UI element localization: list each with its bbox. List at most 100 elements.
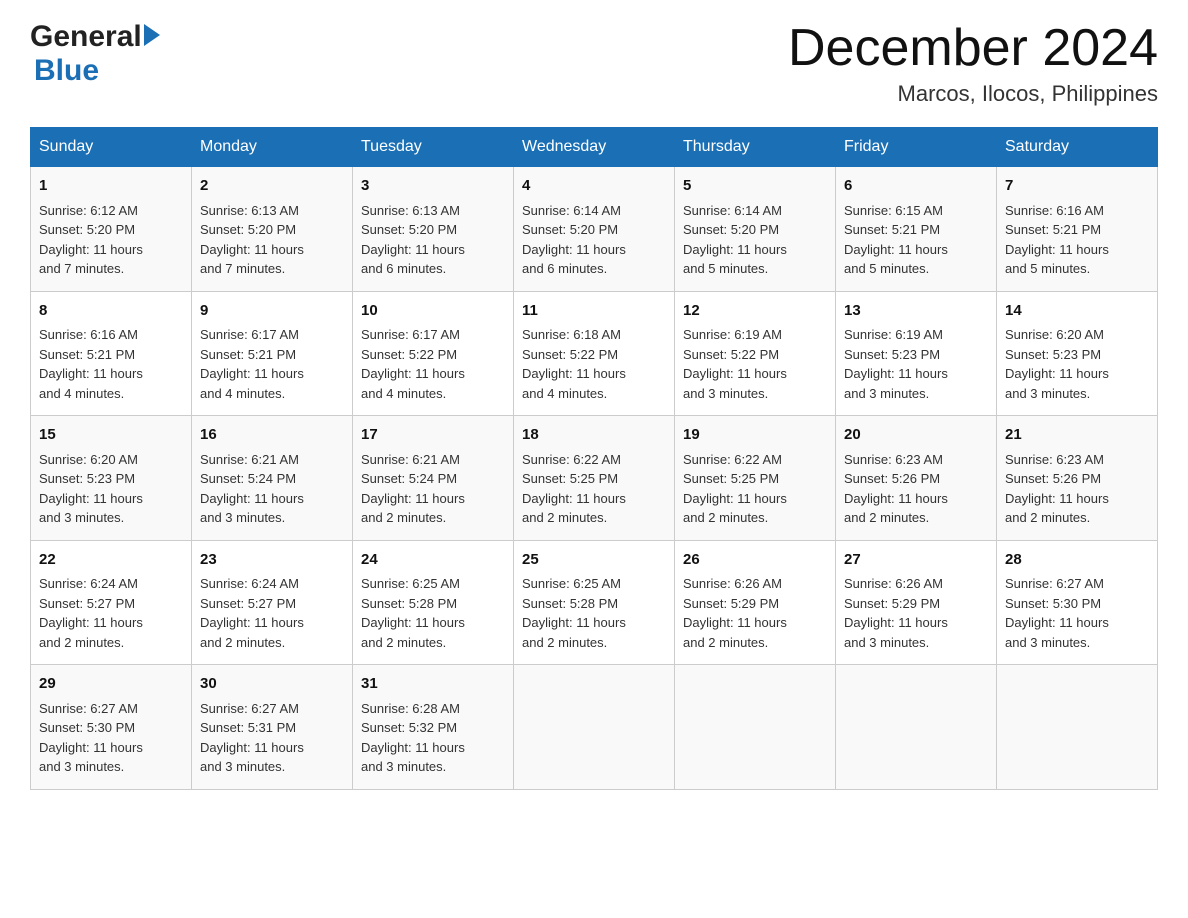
col-header-thursday: Thursday bbox=[675, 128, 836, 167]
week-row-2: 8Sunrise: 6:16 AMSunset: 5:21 PMDaylight… bbox=[31, 291, 1158, 416]
week-row-3: 15 Sunrise: 6:20 AMSunset: 5:23 PMDayligh… bbox=[31, 416, 1158, 541]
day-info: Sunrise: 6:26 AMSunset: 5:29 PMDaylight:… bbox=[844, 574, 988, 652]
day-number: 13 bbox=[844, 300, 988, 323]
calendar-cell: 7 Sunrise: 6:16 AMSunset: 5:21 PMDaylight… bbox=[997, 167, 1158, 292]
day-number: 9 bbox=[200, 300, 344, 323]
day-number: 6 bbox=[844, 175, 988, 198]
logo-blue-text: Blue bbox=[34, 54, 99, 88]
day-number: 29 bbox=[39, 673, 183, 696]
calendar-cell: 21Sunrise: 6:23 AMSunset: 5:26 PMDayligh… bbox=[997, 416, 1158, 541]
day-number: 22 bbox=[39, 549, 183, 572]
calendar-cell: 14Sunrise: 6:20 AMSunset: 5:23 PMDayligh… bbox=[997, 291, 1158, 416]
day-info: Sunrise: 6:16 AMSunset: 5:21 PMDaylight:… bbox=[1005, 201, 1149, 279]
calendar-cell bbox=[997, 665, 1158, 790]
calendar-cell: 20Sunrise: 6:23 AMSunset: 5:26 PMDayligh… bbox=[836, 416, 997, 541]
week-row-1: 1Sunrise: 6:12 AMSunset: 5:20 PMDaylight… bbox=[31, 167, 1158, 292]
day-info: Sunrise: 6:15 AMSunset: 5:21 PMDaylight:… bbox=[844, 201, 988, 279]
day-number: 10 bbox=[361, 300, 505, 323]
col-header-friday: Friday bbox=[836, 128, 997, 167]
calendar-cell: 2 Sunrise: 6:13 AMSunset: 5:20 PMDaylight… bbox=[192, 167, 353, 292]
day-info: Sunrise: 6:19 AMSunset: 5:22 PMDaylight:… bbox=[683, 325, 827, 403]
day-number: 30 bbox=[200, 673, 344, 696]
day-number: 28 bbox=[1005, 549, 1149, 572]
calendar-cell: 18 Sunrise: 6:22 AMSunset: 5:25 PMDayligh… bbox=[514, 416, 675, 541]
day-info: Sunrise: 6:18 AMSunset: 5:22 PMDaylight:… bbox=[522, 325, 666, 403]
day-number: 17 bbox=[361, 424, 505, 447]
calendar-cell: 8Sunrise: 6:16 AMSunset: 5:21 PMDaylight… bbox=[31, 291, 192, 416]
calendar-cell: 13Sunrise: 6:19 AMSunset: 5:23 PMDayligh… bbox=[836, 291, 997, 416]
logo-general-text: General bbox=[30, 20, 142, 54]
calendar-cell: 28Sunrise: 6:27 AMSunset: 5:30 PMDayligh… bbox=[997, 540, 1158, 665]
calendar-cell: 31Sunrise: 6:28 AMSunset: 5:32 PMDayligh… bbox=[353, 665, 514, 790]
calendar-cell: 24Sunrise: 6:25 AMSunset: 5:28 PMDayligh… bbox=[353, 540, 514, 665]
day-number: 5 bbox=[683, 175, 827, 198]
day-info: Sunrise: 6:21 AMSunset: 5:24 PMDaylight:… bbox=[200, 450, 344, 528]
day-number: 15 bbox=[39, 424, 183, 447]
calendar-cell: 11Sunrise: 6:18 AMSunset: 5:22 PMDayligh… bbox=[514, 291, 675, 416]
calendar-cell: 23Sunrise: 6:24 AMSunset: 5:27 PMDayligh… bbox=[192, 540, 353, 665]
day-number: 14 bbox=[1005, 300, 1149, 323]
day-number: 27 bbox=[844, 549, 988, 572]
day-info: Sunrise: 6:13 AMSunset: 5:20 PMDaylight:… bbox=[200, 201, 344, 279]
day-number: 24 bbox=[361, 549, 505, 572]
day-number: 2 bbox=[200, 175, 344, 198]
calendar-cell: 26Sunrise: 6:26 AMSunset: 5:29 PMDayligh… bbox=[675, 540, 836, 665]
day-number: 18 bbox=[522, 424, 666, 447]
calendar-cell bbox=[836, 665, 997, 790]
calendar-cell: 4 Sunrise: 6:14 AMSunset: 5:20 PMDaylight… bbox=[514, 167, 675, 292]
col-header-wednesday: Wednesday bbox=[514, 128, 675, 167]
day-info: Sunrise: 6:14 AMSunset: 5:20 PMDaylight:… bbox=[522, 201, 666, 279]
day-number: 23 bbox=[200, 549, 344, 572]
day-number: 25 bbox=[522, 549, 666, 572]
day-info: Sunrise: 6:26 AMSunset: 5:29 PMDaylight:… bbox=[683, 574, 827, 652]
day-number: 19 bbox=[683, 424, 827, 447]
day-info: Sunrise: 6:20 AMSunset: 5:23 PMDaylight:… bbox=[39, 450, 183, 528]
col-header-tuesday: Tuesday bbox=[353, 128, 514, 167]
day-info: Sunrise: 6:22 AMSunset: 5:25 PMDaylight:… bbox=[522, 450, 666, 528]
day-number: 7 bbox=[1005, 175, 1149, 198]
calendar-cell: 3 Sunrise: 6:13 AMSunset: 5:20 PMDaylight… bbox=[353, 167, 514, 292]
calendar-cell: 25Sunrise: 6:25 AMSunset: 5:28 PMDayligh… bbox=[514, 540, 675, 665]
day-number: 11 bbox=[522, 300, 666, 323]
calendar-cell: 30 Sunrise: 6:27 AMSunset: 5:31 PMDayligh… bbox=[192, 665, 353, 790]
day-info: Sunrise: 6:25 AMSunset: 5:28 PMDaylight:… bbox=[361, 574, 505, 652]
calendar-cell bbox=[514, 665, 675, 790]
day-info: Sunrise: 6:16 AMSunset: 5:21 PMDaylight:… bbox=[39, 325, 183, 403]
calendar-cell: 6 Sunrise: 6:15 AMSunset: 5:21 PMDaylight… bbox=[836, 167, 997, 292]
day-number: 21 bbox=[1005, 424, 1149, 447]
day-info: Sunrise: 6:24 AMSunset: 5:27 PMDaylight:… bbox=[39, 574, 183, 652]
day-info: Sunrise: 6:17 AMSunset: 5:22 PMDaylight:… bbox=[361, 325, 505, 403]
calendar-table: SundayMondayTuesdayWednesdayThursdayFrid… bbox=[30, 127, 1158, 790]
col-header-sunday: Sunday bbox=[31, 128, 192, 167]
day-info: Sunrise: 6:24 AMSunset: 5:27 PMDaylight:… bbox=[200, 574, 344, 652]
day-number: 26 bbox=[683, 549, 827, 572]
calendar-cell: 5 Sunrise: 6:14 AMSunset: 5:20 PMDaylight… bbox=[675, 167, 836, 292]
calendar-header-row: SundayMondayTuesdayWednesdayThursdayFrid… bbox=[31, 128, 1158, 167]
day-info: Sunrise: 6:14 AMSunset: 5:20 PMDaylight:… bbox=[683, 201, 827, 279]
calendar-cell: 9Sunrise: 6:17 AMSunset: 5:21 PMDaylight… bbox=[192, 291, 353, 416]
logo: General Blue bbox=[30, 20, 160, 88]
day-info: Sunrise: 6:22 AMSunset: 5:25 PMDaylight:… bbox=[683, 450, 827, 528]
calendar-cell: 16 Sunrise: 6:21 AMSunset: 5:24 PMDayligh… bbox=[192, 416, 353, 541]
day-info: Sunrise: 6:21 AMSunset: 5:24 PMDaylight:… bbox=[361, 450, 505, 528]
calendar-cell bbox=[675, 665, 836, 790]
day-info: Sunrise: 6:25 AMSunset: 5:28 PMDaylight:… bbox=[522, 574, 666, 652]
day-number: 4 bbox=[522, 175, 666, 198]
day-info: Sunrise: 6:20 AMSunset: 5:23 PMDaylight:… bbox=[1005, 325, 1149, 403]
day-number: 12 bbox=[683, 300, 827, 323]
day-number: 8 bbox=[39, 300, 183, 323]
calendar-cell: 10Sunrise: 6:17 AMSunset: 5:22 PMDayligh… bbox=[353, 291, 514, 416]
week-row-5: 29 Sunrise: 6:27 AMSunset: 5:30 PMDayligh… bbox=[31, 665, 1158, 790]
day-info: Sunrise: 6:27 AMSunset: 5:30 PMDaylight:… bbox=[39, 699, 183, 777]
day-number: 3 bbox=[361, 175, 505, 198]
col-header-monday: Monday bbox=[192, 128, 353, 167]
day-info: Sunrise: 6:27 AMSunset: 5:31 PMDaylight:… bbox=[200, 699, 344, 777]
day-number: 16 bbox=[200, 424, 344, 447]
calendar-cell: 17 Sunrise: 6:21 AMSunset: 5:24 PMDayligh… bbox=[353, 416, 514, 541]
title-block: December 2024 Marcos, Ilocos, Philippine… bbox=[788, 20, 1158, 107]
logo-arrow-icon bbox=[144, 24, 160, 46]
page-header: General Blue December 2024 Marcos, Iloco… bbox=[30, 20, 1158, 107]
day-info: Sunrise: 6:13 AMSunset: 5:20 PMDaylight:… bbox=[361, 201, 505, 279]
calendar-cell: 22Sunrise: 6:24 AMSunset: 5:27 PMDayligh… bbox=[31, 540, 192, 665]
location-title: Marcos, Ilocos, Philippines bbox=[788, 81, 1158, 107]
